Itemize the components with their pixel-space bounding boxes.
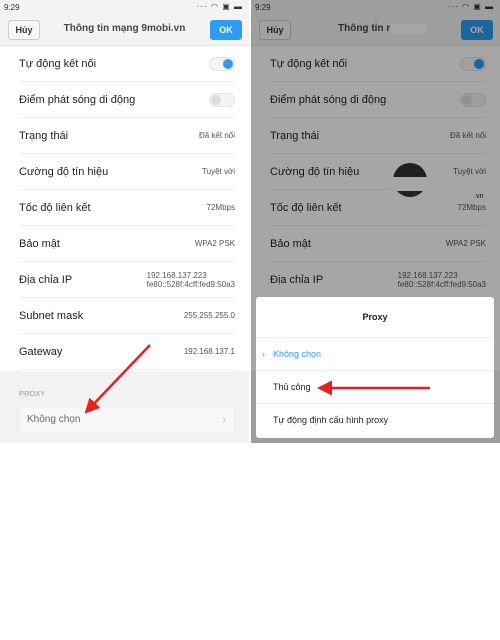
row-value: 255.255.255.0: [184, 311, 235, 320]
ok-button[interactable]: OK: [210, 20, 242, 40]
row-label: Bảo mật: [19, 237, 60, 250]
status-bar: 9:29 ··· ◠ ▣ ▬: [0, 0, 249, 14]
proxy-section: PROXY Không chọn ›: [0, 371, 249, 443]
settings-row: Cường độ tín hiệu Tuyệt vời: [19, 154, 235, 190]
settings-row[interactable]: Điểm phát sóng di động: [19, 82, 235, 118]
row-value: WPA2 PSK: [195, 239, 235, 248]
settings-row: Bảo mật WPA2 PSK: [19, 226, 235, 262]
row-label: Trạng thái: [19, 129, 69, 142]
row-label: Điểm phát sóng di động: [19, 93, 136, 106]
settings-row: Tốc độ liên kết 72Mbps: [19, 190, 235, 226]
proxy-select[interactable]: Không chọn ›: [19, 406, 235, 434]
option-label: Thủ công: [273, 382, 311, 392]
proxy-option[interactable]: › Không chọn: [256, 338, 494, 371]
row-label: Subnet mask: [19, 309, 84, 322]
status-icons: ··· ◠ ▣ ▬: [196, 2, 243, 11]
toggle-switch[interactable]: [209, 92, 235, 107]
proxy-dialog: Proxy › Không chọn Thủ công Tự động định cấu…: [256, 297, 494, 438]
chevron-right-icon: ›: [222, 414, 226, 426]
option-label: Không chọn: [273, 349, 322, 359]
chevron-right-icon: ›: [262, 349, 265, 359]
row-label: Tốc độ liên kết: [19, 201, 91, 214]
toggle-switch[interactable]: [209, 56, 235, 71]
settings-row: Subnet mask 255.255.255.0: [19, 298, 235, 334]
settings-row[interactable]: Tự động kết nối: [19, 46, 235, 82]
row-label: Tự động kết nối: [19, 57, 97, 70]
row-value: Đã kết nối: [199, 131, 235, 140]
network-info-screen-proxy-dialog: 9:29 ··· ◠ ▣ ▬ Hủy Thông tin mạng OK Tự động …: [251, 0, 500, 443]
row-value: Tuyệt vời: [202, 167, 235, 176]
row-label: Gateway: [19, 345, 63, 358]
status-time: 9:29: [4, 3, 20, 12]
value-text: Tuyệt vời: [202, 167, 235, 176]
value-text: 255.255.255.0: [183, 311, 235, 320]
row-value: 192.168.137.1: [184, 347, 235, 356]
dialog-title: Proxy: [256, 297, 494, 338]
proxy-section-label: PROXY: [19, 389, 46, 398]
network-info-screen: 9:29 ··· ◠ ▣ ▬ Hủy Thông tin mạng 9mobi.vn O…: [0, 0, 249, 443]
settings-row: Trạng thái Đã kết nối: [19, 118, 235, 154]
proxy-value: Không chọn: [27, 414, 81, 425]
row-value: 72Mbps: [207, 203, 235, 212]
toggle-knob: [211, 94, 221, 105]
settings-row: Gateway 192.168.137.1: [19, 334, 235, 370]
settings-row: Địa chỉa IP 192.168.137.223 fe80::528f:4cf…: [19, 262, 235, 298]
value-text: WPA2 PSK: [194, 239, 235, 248]
value-text: 72Mbps: [206, 203, 235, 212]
value-text: Đã kết nối: [198, 131, 235, 140]
toggle-knob: [223, 58, 233, 69]
row-value: 192.168.137.223 fe80::528f:4cff:fed9:50a3: [147, 271, 235, 289]
row-label: Cường độ tín hiệu: [19, 165, 109, 178]
option-label: Tự động định cấu hình proxy: [273, 415, 389, 425]
row-label: Địa chỉa IP: [19, 273, 73, 286]
value-text-ipv6: fe80::528f:4cff:fed9:50a3: [146, 279, 235, 289]
toolbar: Hủy Thông tin mạng 9mobi.vn OK: [0, 14, 249, 46]
value-text: 192.168.137.223: [146, 270, 207, 280]
value-text: 192.168.137.1: [183, 347, 235, 356]
proxy-option[interactable]: Tự động định cấu hình proxy: [256, 404, 494, 437]
proxy-option[interactable]: Thủ công: [256, 371, 494, 404]
